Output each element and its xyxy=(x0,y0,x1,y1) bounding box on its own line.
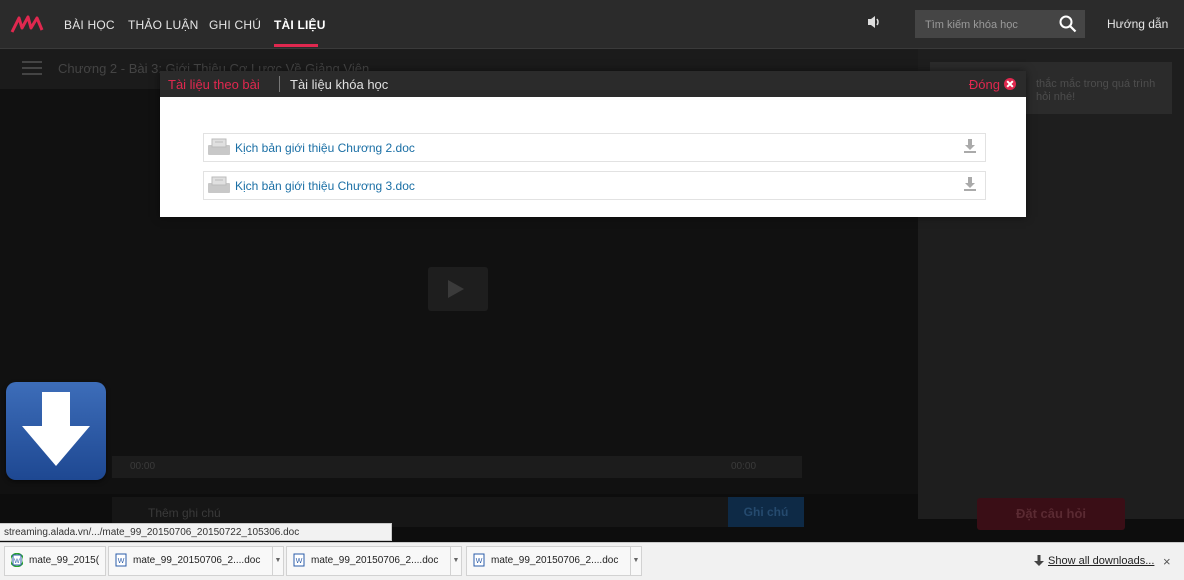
word-file-icon: W xyxy=(293,553,305,567)
document-link[interactable]: Kịch bản giới thiệu Chương 2.doc xyxy=(235,141,415,155)
download-filename: mate_99_20150706_2....doc xyxy=(491,555,619,566)
word-file-icon: W xyxy=(11,553,23,567)
download-filename: mate_99_20150706_2....doc xyxy=(133,555,261,566)
download-item[interactable]: W mate_99_20150706_2....doc ▼ xyxy=(108,546,284,576)
nav-item-lessons[interactable]: BÀI HỌC xyxy=(64,18,115,32)
download-item[interactable]: W mate_99_2015( xyxy=(4,546,106,576)
document-row: Kịch bản giới thiệu Chương 3.doc xyxy=(203,171,986,200)
note-button[interactable]: Ghi chú xyxy=(728,497,804,527)
svg-text:W: W xyxy=(118,558,125,565)
tab-course-documents[interactable]: Tài liệu khóa học xyxy=(290,77,388,92)
download-item[interactable]: W mate_99_20150706_2....doc ▼ xyxy=(286,546,462,576)
active-tab-indicator xyxy=(274,44,318,47)
status-url: streaming.alada.vn/.../mate_99_20150706_… xyxy=(0,523,392,541)
documents-modal: Tài liệu theo bài Tài liệu khóa học Đóng… xyxy=(160,71,1026,217)
guide-link[interactable]: Hướng dẫn xyxy=(1107,17,1168,31)
current-time: 00:00 xyxy=(130,461,156,472)
download-icon[interactable] xyxy=(963,138,977,154)
big-download-icon xyxy=(6,382,106,480)
download-icon[interactable] xyxy=(963,176,977,192)
search-input[interactable] xyxy=(923,16,1057,34)
nav-item-discussion[interactable]: THẢO LUẬN xyxy=(128,18,198,32)
chevron-down-icon[interactable]: ▼ xyxy=(272,547,283,575)
close-shelf-button[interactable]: × xyxy=(1163,554,1171,569)
file-icon xyxy=(208,176,230,193)
download-item[interactable]: W mate_99_20150706_2....doc ▼ xyxy=(466,546,642,576)
play-icon xyxy=(448,280,464,298)
svg-text:W: W xyxy=(476,558,483,565)
question-tip-text: thắc mắc trong quá trình hỏi nhé! xyxy=(1036,78,1156,103)
total-time: 00:00 xyxy=(731,461,757,472)
svg-text:W: W xyxy=(14,559,20,565)
tab-lesson-documents[interactable]: Tài liệu theo bài xyxy=(168,77,260,92)
menu-icon[interactable] xyxy=(22,60,42,76)
ask-question-button[interactable]: Đặt câu hỏi xyxy=(977,498,1125,530)
download-arrow-icon xyxy=(22,392,90,466)
search-icon[interactable] xyxy=(1059,15,1077,33)
note-placeholder: Thêm ghi chú xyxy=(148,506,221,520)
speaker-icon[interactable] xyxy=(866,14,882,30)
video-controls xyxy=(112,456,802,478)
download-filename: mate_99_20150706_2....doc xyxy=(311,555,439,566)
word-file-icon: W xyxy=(115,553,127,567)
download-filename: mate_99_2015( xyxy=(29,555,100,566)
top-navbar: BÀI HỌC THẢO LUẬN GHI CHÚ TÀI LIỆU Hướng… xyxy=(0,0,1184,49)
tab-divider xyxy=(279,76,280,92)
chevron-down-icon[interactable]: ▼ xyxy=(450,547,461,575)
document-link[interactable]: Kịch bản giới thiệu Chương 3.doc xyxy=(235,179,415,193)
close-button[interactable]: Đóng xyxy=(969,77,1000,92)
word-file-icon: W xyxy=(473,553,485,567)
document-row: Kịch bản giới thiệu Chương 2.doc xyxy=(203,133,986,162)
svg-text:W: W xyxy=(296,558,303,565)
modal-header: Tài liệu theo bài Tài liệu khóa học Đóng xyxy=(160,71,1026,97)
alada-logo[interactable] xyxy=(10,14,44,34)
download-arrow-small-icon xyxy=(1034,555,1044,566)
nav-item-documents[interactable]: TÀI LIỆU xyxy=(274,18,326,32)
search-box xyxy=(915,10,1085,38)
chevron-down-icon[interactable]: ▼ xyxy=(630,547,641,575)
close-icon[interactable] xyxy=(1004,78,1016,90)
show-all-downloads-link[interactable]: Show all downloads... xyxy=(1048,555,1154,567)
nav-item-notes[interactable]: GHI CHÚ xyxy=(209,18,261,32)
file-icon xyxy=(208,138,230,155)
